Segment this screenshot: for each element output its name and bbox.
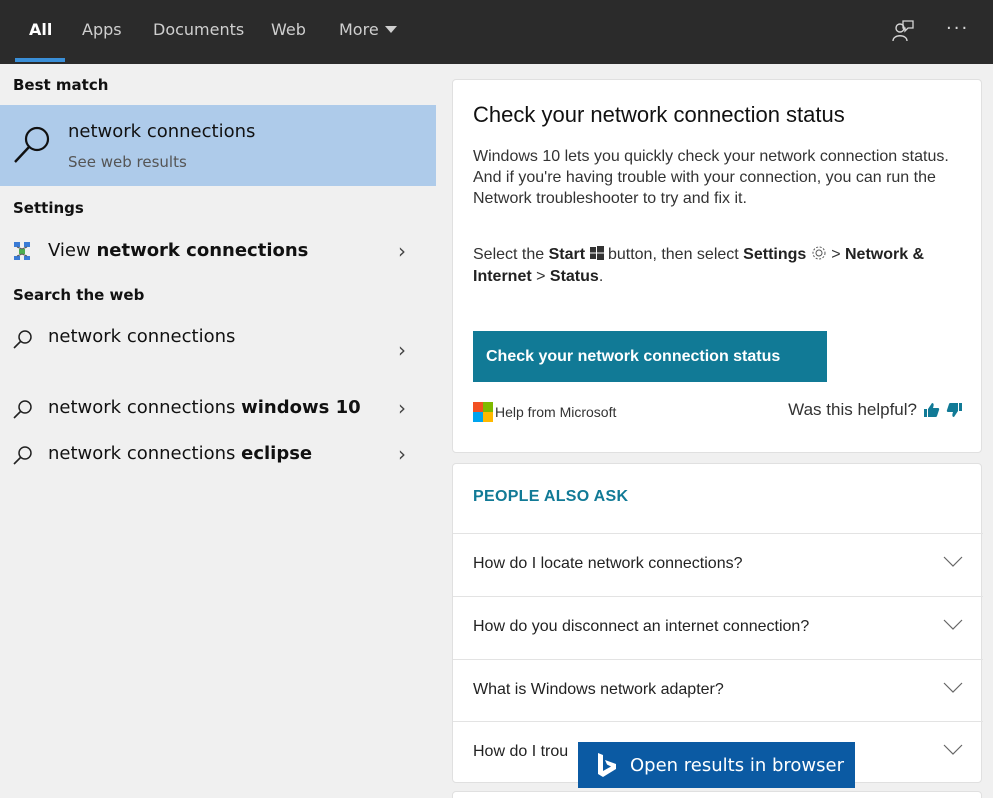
network-connections-icon: [14, 242, 30, 260]
web-suggestion-item[interactable]: network connections ›: [0, 320, 436, 370]
settings-item-bold: network connections: [96, 240, 309, 261]
feedback-icon[interactable]: [892, 19, 914, 47]
best-match-item[interactable]: network connections See web results: [0, 105, 436, 186]
best-match-heading: Best match: [13, 76, 109, 94]
search-web-heading: Search the web: [13, 286, 145, 304]
caret-down-icon: [384, 26, 397, 33]
answer-steps: Select the Start button, then select Set…: [473, 244, 968, 288]
open-results-label: Open results in browser: [630, 754, 844, 776]
chevron-right-icon[interactable]: ›: [398, 396, 406, 420]
thumbs-down-icon[interactable]: [946, 402, 963, 418]
feedback-prompt: Was this helpful?: [788, 400, 963, 420]
steps-text: >: [531, 268, 550, 285]
web-suggestion-item[interactable]: network connections eclipse ›: [0, 437, 436, 475]
web-suggestion-text: network connections: [48, 443, 242, 464]
tab-all[interactable]: All: [29, 20, 52, 40]
web-suggestion-label: network connections eclipse: [48, 443, 312, 464]
check-network-status-button[interactable]: Check your network connection status: [473, 331, 827, 382]
best-match-title: network connections: [68, 121, 256, 142]
active-tab-indicator: [15, 58, 65, 62]
web-suggestion-bold: eclipse: [241, 443, 313, 464]
tab-documents[interactable]: Documents: [153, 20, 244, 40]
chevron-down-icon[interactable]: [943, 744, 963, 756]
tab-more-label: More: [339, 20, 379, 39]
settings-item-prefix: View: [48, 240, 97, 261]
windows-logo-icon: [589, 246, 604, 260]
people-also-ask-heading: PEOPLE ALSO ASK: [473, 488, 629, 505]
microsoft-logo-icon: [473, 402, 493, 422]
steps-text: Select the: [473, 246, 549, 263]
tab-web[interactable]: Web: [271, 20, 306, 40]
search-icon: [14, 126, 50, 163]
gear-icon: [812, 246, 826, 260]
paa-question-text: How do I locate network connections?: [473, 555, 743, 572]
helpful-label: Was this helpful?: [788, 400, 917, 419]
paa-question-text: How do you disconnect an internet connec…: [473, 618, 810, 635]
open-results-in-browser-button[interactable]: Open results in browser: [578, 742, 855, 788]
preview-pane: Check your network connection status Win…: [436, 64, 993, 798]
tab-apps[interactable]: Apps: [82, 20, 122, 40]
chevron-right-icon[interactable]: ›: [398, 239, 406, 263]
paa-question-text: How do I trou: [473, 743, 569, 760]
best-match-subtitle: See web results: [68, 153, 187, 171]
settings-item-label: View network connections: [48, 240, 308, 261]
steps-start: Start: [548, 246, 586, 263]
web-suggestion-text: network connections: [48, 397, 242, 418]
next-card: [452, 791, 982, 798]
search-icon: [13, 400, 32, 419]
web-suggestion-item[interactable]: network connections windows 10 ›: [0, 391, 436, 429]
settings-item-view-network-connections[interactable]: View network connections ›: [0, 232, 436, 270]
paa-question-text: What is Windows network adapter?: [473, 681, 724, 698]
settings-heading: Settings: [13, 199, 84, 217]
paa-question[interactable]: What is Windows network adapter?: [453, 659, 983, 722]
chevron-down-icon[interactable]: [943, 682, 963, 694]
answer-title: Check your network connection status: [473, 102, 845, 127]
search-icon: [13, 446, 32, 465]
search-scope-bar: All Apps Documents Web More ···: [0, 0, 993, 64]
ellipsis-icon[interactable]: ···: [946, 18, 969, 39]
search-icon: [13, 330, 32, 349]
steps-text: >: [826, 246, 845, 263]
steps-status: Status: [549, 268, 599, 285]
thumbs-up-icon[interactable]: [923, 402, 940, 418]
web-suggestion-label: network connections windows 10: [48, 397, 361, 418]
bing-logo-icon: [598, 753, 616, 777]
steps-text: button, then select: [603, 246, 744, 263]
steps-settings: Settings: [743, 246, 807, 263]
chevron-right-icon[interactable]: ›: [398, 442, 406, 466]
answer-card: Check your network connection status Win…: [452, 79, 982, 453]
tab-more[interactable]: More: [339, 20, 397, 40]
help-source-label: Help from Microsoft: [495, 404, 617, 420]
web-suggestion-text: network connections: [48, 326, 236, 347]
chevron-down-icon[interactable]: [943, 556, 963, 568]
web-suggestion-bold: windows 10: [241, 397, 361, 418]
help-from-microsoft-link[interactable]: Help from Microsoft: [473, 402, 616, 422]
answer-body: Windows 10 lets you quickly check your n…: [473, 148, 949, 207]
chevron-right-icon[interactable]: ›: [398, 338, 406, 362]
results-list: Best match network connections See web r…: [0, 64, 436, 798]
paa-question[interactable]: How do I locate network connections?: [453, 533, 983, 596]
chevron-down-icon[interactable]: [943, 619, 963, 631]
paa-question[interactable]: How do you disconnect an internet connec…: [453, 596, 983, 659]
web-suggestion-label: network connections: [48, 326, 235, 347]
people-also-ask-card: PEOPLE ALSO ASK How do I locate network …: [452, 463, 983, 783]
steps-text: .: [598, 268, 604, 285]
